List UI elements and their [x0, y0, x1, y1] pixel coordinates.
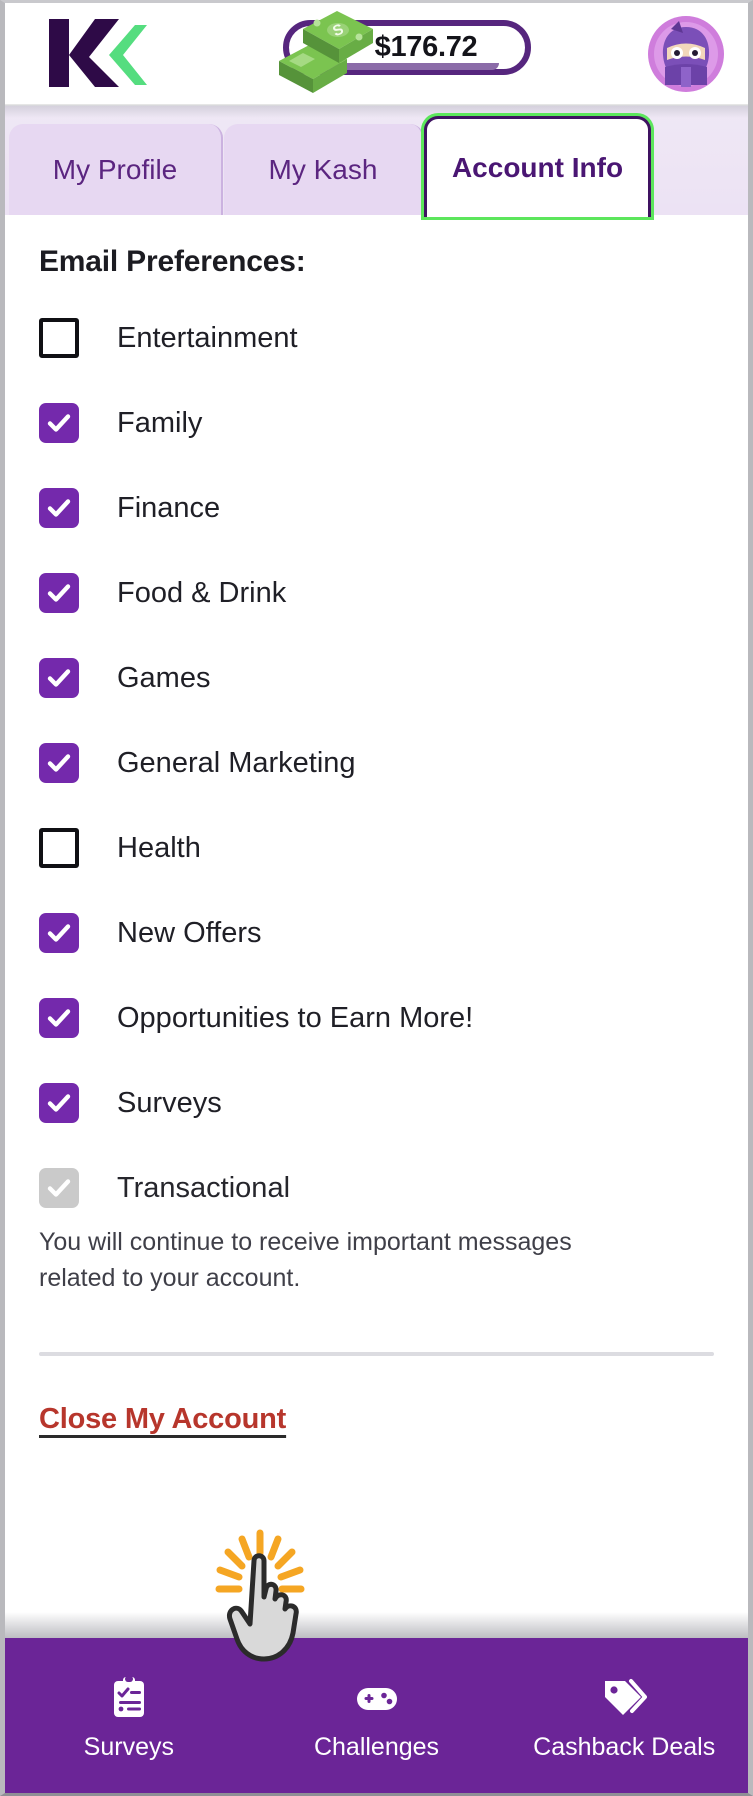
- balance-amount: $176.72: [374, 31, 478, 63]
- pref-row-new-offers[interactable]: New Offers: [5, 900, 748, 966]
- app-screen: $176.72 S My Profile My Kash Account Inf…: [0, 0, 753, 1796]
- pref-row-family[interactable]: Family: [5, 390, 748, 456]
- check-icon: [47, 669, 71, 687]
- check-icon: [47, 414, 71, 432]
- bottom-fade-overlay: [5, 1612, 748, 1638]
- check-icon: [47, 924, 71, 942]
- checkbox-entertainment[interactable]: [39, 318, 79, 358]
- check-icon: [47, 1009, 71, 1027]
- checkbox-transactional: [39, 1168, 79, 1208]
- pref-row-entertainment[interactable]: Entertainment: [5, 305, 748, 371]
- pref-label-entertainment: Entertainment: [117, 321, 298, 354]
- bottom-navigation-bar: Surveys Challenges Cashback Deals: [5, 1638, 748, 1793]
- tab-account-info-label: Account Info: [451, 152, 624, 183]
- checkbox-food-and-drink[interactable]: [39, 573, 79, 613]
- check-icon: [47, 1094, 71, 1112]
- nav-label-challenges: Challenges: [313, 1733, 440, 1761]
- checkbox-general-marketing[interactable]: [39, 743, 79, 783]
- price-tags-icon: [601, 1675, 648, 1721]
- check-icon: [47, 1179, 71, 1197]
- close-my-account-link[interactable]: Close My Account: [39, 1403, 286, 1436]
- pref-row-opportunities-to-earn-more[interactable]: Opportunities to Earn More!: [5, 985, 748, 1051]
- pref-label-health: Health: [117, 831, 201, 864]
- tab-account-info[interactable]: Account Info: [424, 116, 651, 217]
- checkbox-surveys[interactable]: [39, 1083, 79, 1123]
- checkbox-opportunities-to-earn-more[interactable]: [39, 998, 79, 1038]
- email-preferences-list: Entertainment Family Finance Food & Drin…: [5, 305, 748, 1296]
- pref-label-transactional: Transactional: [117, 1171, 291, 1204]
- pref-label-food-and-drink: Food & Drink: [117, 576, 287, 609]
- transactional-note: You will continue to receive important m…: [39, 1228, 572, 1292]
- nav-item-cashback-deals[interactable]: Cashback Deals: [500, 1638, 748, 1793]
- check-icon: [47, 499, 71, 517]
- kashkick-k-logo-icon[interactable]: [39, 17, 149, 89]
- pref-row-health[interactable]: Health: [5, 815, 748, 881]
- pref-row-general-marketing[interactable]: General Marketing: [5, 730, 748, 796]
- user-avatar[interactable]: [647, 15, 725, 93]
- pref-row-games[interactable]: Games: [5, 645, 748, 711]
- checkbox-games[interactable]: [39, 658, 79, 698]
- account-info-panel: Email Preferences: Entertainment Family: [5, 215, 748, 1635]
- checkbox-finance[interactable]: [39, 488, 79, 528]
- pref-label-opportunities-to-earn-more: Opportunities to Earn More!: [117, 1001, 474, 1034]
- nav-label-cashback-deals: Cashback Deals: [533, 1733, 716, 1761]
- app-header: $176.72 S: [5, 3, 748, 105]
- nav-item-challenges[interactable]: Challenges: [253, 1638, 501, 1793]
- clipboard-check-icon: [106, 1675, 152, 1721]
- pref-label-finance: Finance: [117, 491, 221, 524]
- gamepad-icon: [354, 1675, 400, 1721]
- pref-row-finance[interactable]: Finance: [5, 475, 748, 541]
- account-tabs: My Profile My Kash Account Info: [5, 105, 748, 217]
- pref-row-food-and-drink[interactable]: Food & Drink: [5, 560, 748, 626]
- tab-my-kash-label: My Kash: [268, 154, 378, 185]
- tab-my-profile[interactable]: My Profile: [9, 124, 223, 216]
- pref-label-surveys: Surveys: [117, 1086, 222, 1119]
- pref-row-surveys[interactable]: Surveys: [5, 1070, 748, 1136]
- cash-stack-icon: S: [273, 9, 383, 93]
- pref-label-new-offers: New Offers: [117, 916, 262, 949]
- check-icon: [47, 584, 71, 602]
- check-icon: [47, 754, 71, 772]
- checkbox-new-offers[interactable]: [39, 913, 79, 953]
- tab-my-kash[interactable]: My Kash: [224, 124, 424, 216]
- tab-my-profile-label: My Profile: [52, 154, 178, 185]
- checkbox-family[interactable]: [39, 403, 79, 443]
- nav-item-surveys[interactable]: Surveys: [5, 1638, 253, 1793]
- page-title: Email Preferences:: [39, 245, 306, 278]
- section-divider: [39, 1352, 714, 1356]
- checkbox-health[interactable]: [39, 828, 79, 868]
- pref-label-general-marketing: General Marketing: [117, 746, 356, 779]
- pref-row-transactional: Transactional: [5, 1155, 748, 1221]
- pref-label-family: Family: [117, 406, 203, 439]
- pref-label-games: Games: [117, 661, 211, 694]
- nav-label-surveys: Surveys: [83, 1733, 174, 1761]
